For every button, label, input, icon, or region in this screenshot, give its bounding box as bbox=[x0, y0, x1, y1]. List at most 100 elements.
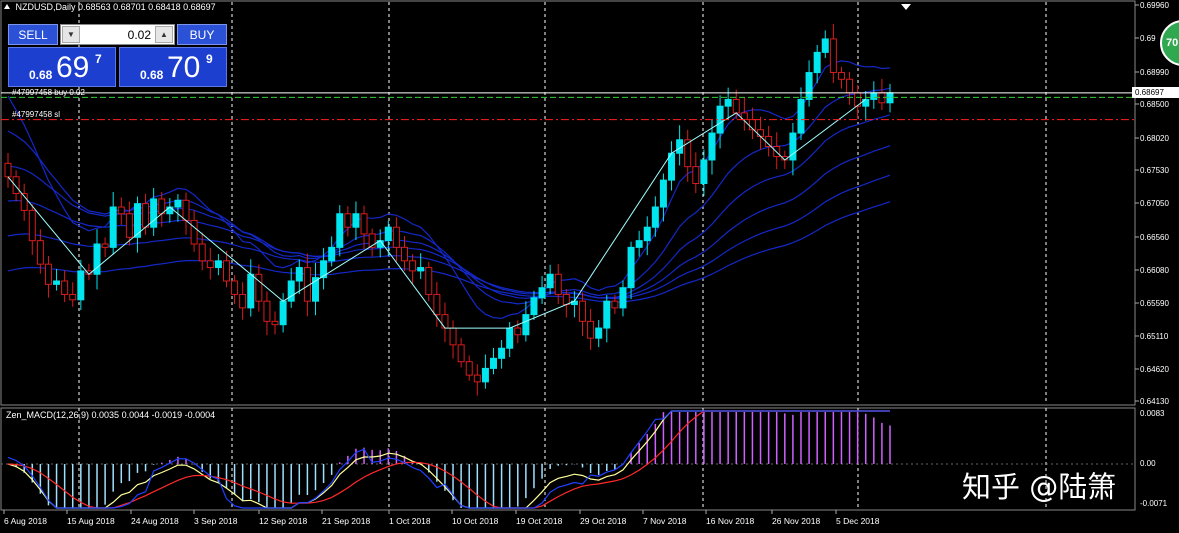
order-levels bbox=[1, 92, 1135, 121]
candle-bull bbox=[287, 280, 295, 302]
macd-tick-label: -0.0071 bbox=[1140, 499, 1168, 508]
candle-bear bbox=[61, 280, 69, 295]
candle-bull bbox=[384, 226, 392, 242]
candle-bull bbox=[546, 273, 554, 289]
candle-bear bbox=[457, 344, 465, 363]
candle-bear bbox=[392, 226, 400, 248]
price-tick-label: 0.66080 bbox=[1140, 266, 1169, 275]
ask-price-box[interactable]: 0.68 70 9 bbox=[119, 47, 227, 87]
candle-bear bbox=[611, 300, 619, 309]
candle-bull bbox=[481, 367, 489, 383]
candle-bear bbox=[449, 327, 457, 346]
macd-tick-label: 0.00 bbox=[1140, 459, 1156, 468]
candle-bear bbox=[222, 260, 230, 282]
candle-bear bbox=[465, 361, 473, 376]
candle-bull bbox=[805, 72, 813, 100]
candle-bear bbox=[182, 199, 190, 221]
candle-bull bbox=[166, 206, 174, 215]
price-tick-label: 0.65590 bbox=[1140, 299, 1169, 308]
candle-bear bbox=[4, 162, 12, 178]
candle-bear bbox=[239, 293, 247, 309]
candle-bull bbox=[336, 213, 344, 248]
macd-extra-line bbox=[7, 410, 890, 509]
time-tick-label: 26 Nov 2018 bbox=[772, 516, 820, 526]
price-tick-label: 0.64130 bbox=[1140, 397, 1169, 406]
ma-line bbox=[7, 87, 891, 305]
time-tick-label: 21 Sep 2018 bbox=[322, 516, 370, 526]
candle-bear bbox=[12, 176, 20, 195]
sl-order-label[interactable]: #47997458 sl bbox=[12, 110, 60, 119]
bid-sup: 7 bbox=[95, 52, 102, 66]
lot-increase-icon[interactable]: ▲ bbox=[155, 26, 173, 43]
sell-button[interactable]: SELL bbox=[8, 24, 58, 45]
macd-indicator-label: Zen_MACD(12,26,9) 0.0035 0.0044 -0.0019 … bbox=[6, 410, 216, 420]
bid-prefix: 0.68 bbox=[29, 68, 53, 82]
chart-shift-arrow-icon[interactable] bbox=[901, 4, 911, 10]
candle-bull bbox=[53, 280, 61, 285]
candle-bull bbox=[870, 92, 878, 100]
candle-bull bbox=[627, 246, 635, 289]
current-price-tag: 0.68697 bbox=[1132, 87, 1179, 98]
price-axis: 0.69960 0.69 0.68990 0.68500 0.68020 0.67530 0… bbox=[1135, 1, 1169, 508]
candle-bull bbox=[724, 98, 732, 107]
macd-tick-label: 0.0083 bbox=[1140, 409, 1165, 418]
candle-bear bbox=[473, 374, 481, 383]
candle-bear bbox=[562, 293, 570, 306]
candle-bull bbox=[77, 270, 85, 301]
candle-bull bbox=[700, 159, 708, 184]
price-tick-label: 0.68500 bbox=[1140, 100, 1169, 109]
buy-order-label[interactable]: #47997458 buy 0.02 bbox=[12, 88, 85, 97]
candle-bull bbox=[538, 287, 546, 299]
price-tick-label: 0.68020 bbox=[1140, 134, 1169, 143]
lot-decrease-icon[interactable]: ▼ bbox=[62, 26, 80, 43]
candle-bear bbox=[190, 219, 198, 245]
bid-price-box[interactable]: 0.68 69 7 bbox=[8, 47, 116, 87]
chart-header: NZDUSD,Daily 0.68563 0.68701 0.68418 0.6… bbox=[4, 2, 216, 12]
lot-size-stepper: ▼ ▲ bbox=[60, 24, 175, 45]
time-tick-label: 16 Nov 2018 bbox=[706, 516, 754, 526]
candle-bear bbox=[433, 293, 441, 316]
candle-bull bbox=[506, 327, 514, 349]
time-tick-label: 10 Oct 2018 bbox=[452, 516, 499, 526]
candle-bull bbox=[522, 314, 530, 336]
price-tick-label: 0.67050 bbox=[1140, 199, 1169, 208]
candle-bull bbox=[109, 206, 117, 248]
buy-button[interactable]: BUY bbox=[177, 24, 227, 45]
ask-sup: 9 bbox=[206, 52, 213, 66]
candle-bear bbox=[684, 139, 692, 168]
price-tick-label: 0.65110 bbox=[1140, 332, 1169, 341]
candle-bear bbox=[36, 240, 44, 265]
candle-bear bbox=[757, 129, 765, 137]
candle-bull bbox=[659, 179, 667, 208]
candle-bear bbox=[206, 260, 214, 269]
candle-bear bbox=[732, 98, 740, 114]
price-tick-label: 0.66560 bbox=[1140, 233, 1169, 242]
macd-subwindow bbox=[7, 410, 891, 509]
time-tick-label: 3 Sep 2018 bbox=[194, 516, 238, 526]
candle-bear bbox=[837, 72, 845, 80]
price-tick-label: 0.69 bbox=[1140, 34, 1156, 43]
lot-size-input[interactable] bbox=[81, 26, 153, 43]
candle-bear bbox=[425, 267, 433, 295]
ma-line bbox=[7, 60, 891, 320]
candle-bull bbox=[174, 199, 182, 208]
candle-bear bbox=[101, 243, 109, 248]
collapse-triangle-icon[interactable] bbox=[4, 4, 10, 9]
time-tick-label: 6 Aug 2018 bbox=[4, 516, 47, 526]
watermark: 知乎 @陆箫 bbox=[962, 470, 1117, 504]
candle-bear bbox=[125, 213, 133, 238]
ask-big: 70 bbox=[167, 51, 201, 84]
candle-bear bbox=[44, 263, 52, 285]
candle-bear bbox=[765, 135, 773, 148]
candle-bull bbox=[821, 38, 829, 53]
price-tick-label: 0.64620 bbox=[1140, 365, 1169, 374]
time-tick-label: 24 Aug 2018 bbox=[131, 516, 179, 526]
time-tick-label: 7 Nov 2018 bbox=[643, 516, 687, 526]
candle-bear bbox=[69, 293, 77, 301]
candle-bull bbox=[417, 267, 425, 272]
candle-bear bbox=[829, 38, 837, 74]
candle-bull bbox=[813, 51, 821, 74]
price-tick-label: 0.68990 bbox=[1140, 68, 1169, 77]
candle-bear bbox=[579, 300, 587, 322]
candle-bear bbox=[117, 206, 125, 215]
